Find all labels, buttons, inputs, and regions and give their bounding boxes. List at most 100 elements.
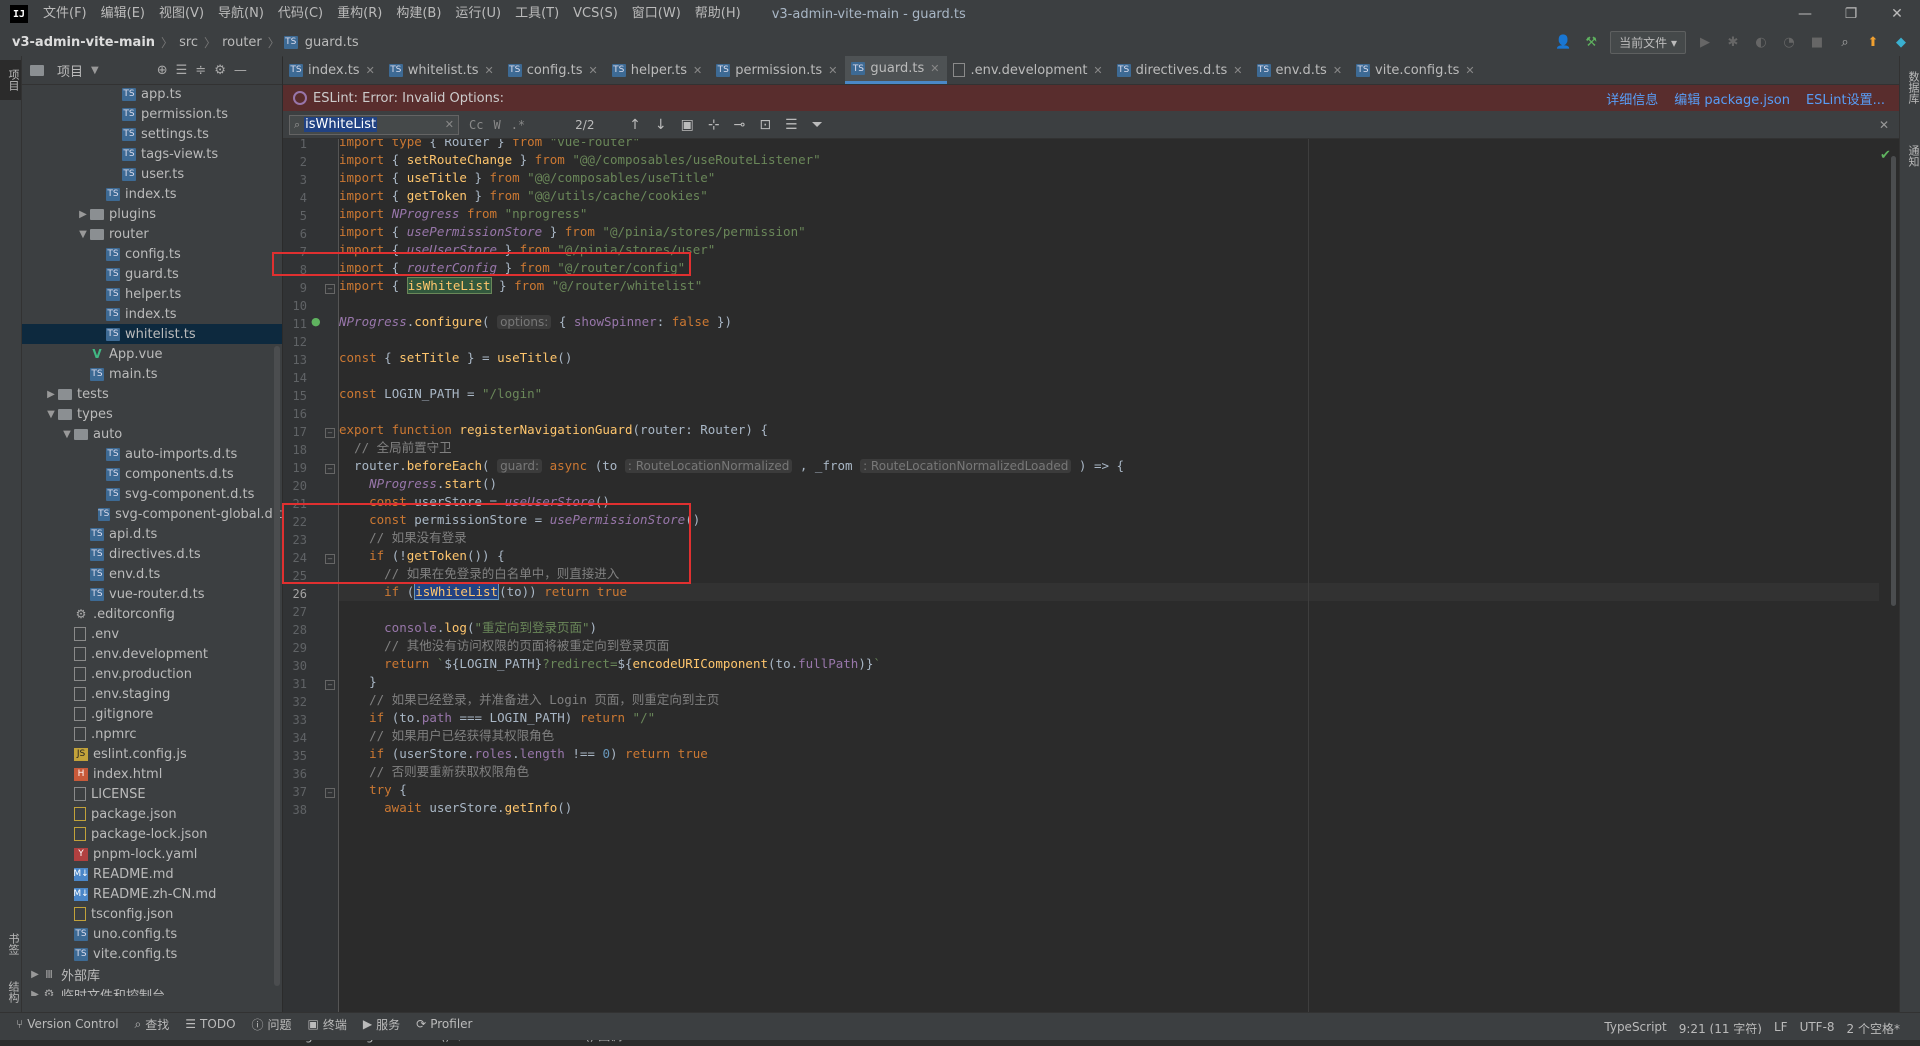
bottom-tool-item[interactable]: ▶ 服务 bbox=[363, 1016, 400, 1033]
project-tree-item[interactable]: TS auto-imports.d.ts bbox=[22, 444, 282, 464]
project-tree-item[interactable]: package-lock.json bbox=[22, 824, 282, 844]
close-tab-icon[interactable]: ✕ bbox=[693, 64, 702, 77]
whole-word-toggle[interactable]: W bbox=[493, 118, 500, 132]
close-tab-icon[interactable]: ✕ bbox=[1333, 64, 1342, 77]
debug-icon[interactable]: ✱ bbox=[1724, 33, 1742, 51]
code-line[interactable]: router.beforeEach( guard: async (to : Ro… bbox=[339, 457, 1124, 475]
project-tree-item[interactable]: TS index.ts bbox=[22, 304, 282, 324]
menu-item[interactable]: 导航(N) bbox=[211, 0, 271, 28]
breadcrumb-file[interactable]: guard.ts bbox=[303, 35, 361, 50]
project-tree-item[interactable]: tsconfig.json bbox=[22, 904, 282, 924]
project-tree-item[interactable]: TS components.d.ts bbox=[22, 464, 282, 484]
project-tree-item[interactable]: TS guard.ts bbox=[22, 264, 282, 284]
match-case-toggle[interactable]: Cc bbox=[469, 118, 483, 132]
code-line[interactable]: import { setRouteChange } from "@@/compo… bbox=[339, 151, 821, 169]
project-tree-item[interactable]: TS index.ts bbox=[22, 184, 282, 204]
editor-scrollbar[interactable] bbox=[1891, 156, 1896, 606]
close-window-button[interactable]: ✕ bbox=[1874, 0, 1920, 28]
project-tree-item[interactable]: TS vite.config.ts bbox=[22, 944, 282, 964]
previous-match-icon[interactable]: ↑ bbox=[629, 117, 641, 133]
run-icon[interactable]: ▶ bbox=[1696, 33, 1714, 51]
coverage-icon[interactable]: ◐ bbox=[1752, 33, 1770, 51]
bottom-tool-item[interactable]: ☰ TODO bbox=[185, 1017, 235, 1031]
profile-icon[interactable]: ◔ bbox=[1780, 33, 1798, 51]
project-tree-item[interactable]: V App.vue bbox=[22, 344, 282, 364]
context-options-icon[interactable]: ☰ bbox=[785, 117, 798, 133]
chevron-down-icon[interactable]: ▼ bbox=[60, 429, 74, 440]
project-tree-item[interactable]: TS user.ts bbox=[22, 164, 282, 184]
menu-item[interactable]: 视图(V) bbox=[152, 0, 211, 28]
code-line[interactable]: // 如果已经登录，并准备进入 Login 页面，则重定向到主页 bbox=[339, 691, 719, 709]
project-scrollbar[interactable] bbox=[274, 346, 280, 986]
project-tree-item[interactable]: TS whitelist.ts bbox=[22, 324, 282, 344]
code-line[interactable]: try { bbox=[339, 781, 407, 799]
project-tree-item[interactable]: .env.development bbox=[22, 644, 282, 664]
breadcrumb-src[interactable]: src bbox=[177, 35, 200, 50]
bottom-tool-item[interactable]: ⌕ 查找 bbox=[135, 1016, 170, 1033]
notifications-tool-tab[interactable]: 通知 bbox=[1900, 136, 1920, 176]
chevron-down-icon[interactable]: ▼ bbox=[76, 229, 90, 240]
project-panel-title[interactable]: 项目 bbox=[57, 61, 83, 80]
bottom-tool-item[interactable]: ⓘ 问题 bbox=[252, 1016, 292, 1033]
menu-item[interactable]: 工具(T) bbox=[508, 0, 566, 28]
close-tab-icon[interactable]: ✕ bbox=[366, 64, 375, 77]
project-tree-item[interactable]: ▶ plugins bbox=[22, 204, 282, 224]
project-tree-item[interactable]: TS directives.d.ts bbox=[22, 544, 282, 564]
project-tree-item[interactable]: TS helper.ts bbox=[22, 284, 282, 304]
bottom-tool-item[interactable]: ▣ 终端 bbox=[308, 1016, 347, 1033]
user-icon[interactable]: 👤 bbox=[1554, 33, 1572, 51]
code-line[interactable]: // 全局前置守卫 bbox=[339, 439, 452, 457]
project-tree-item[interactable]: ▼ router bbox=[22, 224, 282, 244]
menu-item[interactable]: 构建(B) bbox=[389, 0, 448, 28]
project-tool-tab[interactable]: 项目 bbox=[0, 60, 21, 100]
project-tree-item[interactable]: TS settings.ts bbox=[22, 124, 282, 144]
stop-icon[interactable]: ■ bbox=[1808, 33, 1826, 51]
close-tab-icon[interactable]: ✕ bbox=[828, 64, 837, 77]
update-icon[interactable]: ⬆ bbox=[1864, 33, 1882, 51]
menu-item[interactable]: 运行(U) bbox=[448, 0, 508, 28]
editor-tab[interactable]: TS permission.ts ✕ bbox=[710, 56, 845, 84]
menu-item[interactable]: 帮助(H) bbox=[688, 0, 748, 28]
project-tree-item[interactable]: ▶ ⚙ 临时文件和控制台 bbox=[22, 984, 282, 996]
code-line[interactable]: // 如果用户已经获得其权限角色 bbox=[339, 727, 554, 745]
close-tab-icon[interactable]: ✕ bbox=[484, 64, 493, 77]
add-selection-icon[interactable]: ⊹ bbox=[708, 117, 720, 133]
code-line[interactable]: NProgress.configure( options: { showSpin… bbox=[339, 313, 732, 331]
editor-tab[interactable]: TS whitelist.ts ✕ bbox=[383, 56, 502, 84]
project-tree-item[interactable]: .env.production bbox=[22, 664, 282, 684]
project-tree-item[interactable]: TS vue-router.d.ts bbox=[22, 584, 282, 604]
editor-tab[interactable]: TS helper.ts ✕ bbox=[606, 56, 710, 84]
chevron-right-icon[interactable]: ▶ bbox=[28, 969, 42, 980]
code-line[interactable]: // 其他没有访问权限的页面将被重定向到登录页面 bbox=[339, 637, 669, 655]
remove-selection-icon[interactable]: ⊸ bbox=[734, 117, 746, 133]
project-tree-item[interactable]: M↓ README.md bbox=[22, 864, 282, 884]
ide-logo-icon[interactable]: ◆ bbox=[1892, 33, 1910, 51]
project-tree-item[interactable]: ▼ auto bbox=[22, 424, 282, 444]
chevron-right-icon[interactable]: ▶ bbox=[76, 209, 90, 220]
eslint-settings-link[interactable]: ESLint设置... bbox=[1806, 89, 1885, 108]
project-tree-item[interactable]: LICENSE bbox=[22, 784, 282, 804]
project-tree-item[interactable]: TS uno.config.ts bbox=[22, 924, 282, 944]
editor-tab[interactable]: .env.development ✕ bbox=[947, 56, 1110, 84]
project-tree-item[interactable]: .gitignore bbox=[22, 704, 282, 724]
project-tree-item[interactable]: ▶ tests bbox=[22, 384, 282, 404]
run-gutter-icon[interactable]: ● bbox=[311, 315, 321, 328]
fold-marker-icon[interactable]: − bbox=[325, 788, 335, 798]
clear-search-icon[interactable]: ✕ bbox=[445, 118, 454, 131]
project-tree-item[interactable]: TS svg-component.d.ts bbox=[22, 484, 282, 504]
chevron-down-icon[interactable]: ▼ bbox=[44, 409, 58, 420]
bookmarks-tool-tab[interactable]: 书签 bbox=[0, 926, 21, 962]
code-line[interactable]: import type { Router } from "vue-router" bbox=[339, 139, 640, 151]
code-line[interactable]: NProgress.start() bbox=[339, 475, 497, 493]
editor-tab[interactable]: TS config.ts ✕ bbox=[502, 56, 606, 84]
code-line[interactable]: if (to.path === LOGIN_PATH) return "/" bbox=[339, 709, 655, 727]
filter-icon[interactable]: ⏷ bbox=[812, 117, 823, 133]
eslint-details-link[interactable]: 详细信息 bbox=[1606, 89, 1658, 108]
editor-tab[interactable]: TS directives.d.ts ✕ bbox=[1111, 56, 1251, 84]
chevron-down-icon[interactable]: ▼ bbox=[91, 65, 99, 76]
minimize-button[interactable]: — bbox=[1782, 0, 1828, 28]
project-tree-item[interactable]: .env bbox=[22, 624, 282, 644]
project-tree-item[interactable]: JS eslint.config.js bbox=[22, 744, 282, 764]
project-tree-item[interactable]: Ypnpm-lock.yaml bbox=[22, 844, 282, 864]
code-line[interactable]: const { setTitle } = useTitle() bbox=[339, 349, 572, 367]
